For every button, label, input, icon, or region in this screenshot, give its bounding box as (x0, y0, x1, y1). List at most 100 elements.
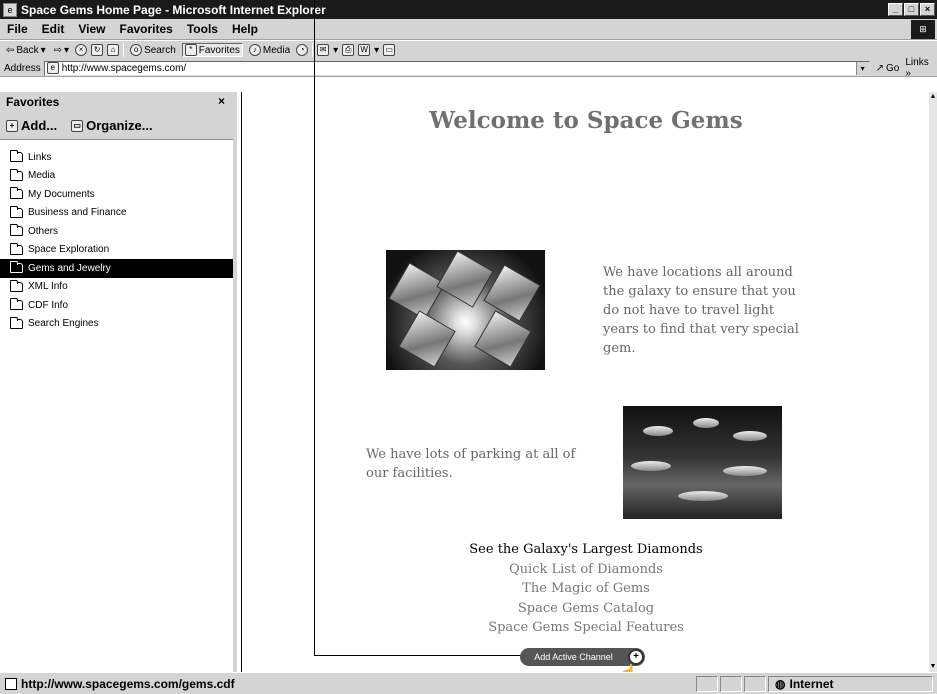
search-button[interactable]: o Search (128, 44, 178, 56)
scroll-down-icon[interactable]: ▼ (929, 662, 937, 672)
parking-image (623, 406, 782, 519)
back-label: Back (16, 44, 39, 56)
gem-shape (474, 310, 532, 368)
folder-icon (10, 316, 23, 329)
menu-bar: File Edit View Favorites Tools Help ⊞ (0, 19, 937, 40)
favorites-icon: * (184, 44, 197, 56)
media-label: Media (262, 44, 291, 56)
minimize-button[interactable]: _ (888, 3, 903, 16)
close-favorites-icon[interactable]: × (218, 94, 225, 108)
favorite-folder[interactable]: Others (0, 222, 233, 241)
folder-label: Links (28, 151, 52, 163)
zone-label: Internet (789, 676, 834, 691)
favorites-pane: Favorites × + Add... ▭ Organize... Links… (0, 92, 237, 672)
ie-icon: e (3, 2, 17, 17)
edit-icon[interactable]: W (358, 44, 371, 56)
favorites-label: Favorites (198, 44, 240, 56)
window-title: Space Gems Home Page - Microsoft Interne… (21, 2, 326, 17)
favorite-folder[interactable]: My Documents (0, 185, 233, 204)
page-heading: Welcome to Space Gems (429, 107, 743, 134)
mail-icon[interactable]: ✉ (317, 44, 330, 56)
link-special-features[interactable]: Space Gems Special Features (242, 618, 929, 638)
windows-logo-icon: ⊞ (911, 20, 935, 39)
back-button[interactable]: ⇦ Back ▾ (4, 45, 48, 56)
favorites-button[interactable]: * Favorites (181, 43, 243, 57)
favorite-folder[interactable]: Links (0, 148, 233, 167)
links-heading: See the Galaxy's Largest Diamonds (469, 542, 703, 557)
address-input[interactable]: e http://www.spacegems.com/ ▾ (43, 60, 870, 76)
callout-line (314, 655, 529, 656)
link-catalog[interactable]: Space Gems Catalog (242, 599, 929, 619)
media-button[interactable]: ♪ Media (247, 44, 292, 56)
toolbar: ⇦ Back ▾ ⇨ ▾ × ↻ ⌂ o Search * Favorites … (0, 41, 937, 79)
folder-label: My Documents (28, 188, 95, 200)
folder-icon (10, 187, 23, 200)
dropdown-arrow-icon[interactable]: ▾ (333, 45, 338, 56)
print-icon[interactable]: ⎙ (342, 44, 355, 56)
page-content: Welcome to Space Gems We have locations … (241, 92, 929, 672)
window-controls: _ □ × (888, 3, 935, 16)
vertical-scrollbar[interactable]: ▲ ▼ (929, 92, 937, 672)
links-button[interactable]: Links » (905, 57, 937, 79)
menu-tools[interactable]: Tools (180, 22, 225, 36)
callout-line (314, 0, 315, 655)
add-label: Add... (21, 118, 58, 133)
menu-file[interactable]: File (0, 22, 35, 36)
menu-edit[interactable]: Edit (35, 22, 72, 36)
links-label: Links (905, 57, 929, 68)
organize-icon: ▭ (71, 119, 84, 132)
folder-icon (10, 205, 23, 218)
gem-shape (398, 310, 456, 368)
refresh-icon[interactable]: ↻ (91, 44, 104, 56)
forward-arrow-icon: ⇨ (53, 44, 63, 56)
dropdown-arrow-icon: ▾ (64, 44, 70, 56)
link-magic-of-gems[interactable]: The Magic of Gems (242, 579, 929, 599)
menu-favorites[interactable]: Favorites (112, 22, 179, 36)
discuss-icon[interactable]: ▭ (383, 44, 396, 56)
status-text: http://www.spacegems.com/gems.cdf (21, 676, 235, 691)
add-favorite-button[interactable]: + Add... (6, 118, 57, 133)
close-button[interactable]: × (920, 3, 935, 16)
favorite-folder[interactable]: CDF Info (0, 296, 233, 315)
parking-text: We have lots of parking at all of our fa… (366, 447, 576, 481)
search-icon: o (130, 44, 143, 56)
home-icon[interactable]: ⌂ (107, 44, 120, 56)
address-url: http://www.spacegems.com/ (61, 62, 187, 74)
folder-label: Media (28, 170, 56, 182)
separator (312, 43, 314, 57)
add-favorite-icon: + (6, 119, 18, 132)
folder-icon (10, 150, 23, 163)
stop-icon[interactable]: × (75, 44, 88, 56)
favorite-folder[interactable]: Search Engines (0, 315, 233, 334)
go-label: Go (886, 62, 900, 74)
gem-shape (388, 262, 446, 320)
scroll-up-icon[interactable]: ▲ (929, 92, 937, 102)
forward-button[interactable]: ⇨ ▾ (52, 45, 71, 56)
history-icon[interactable]: ◔ (296, 44, 309, 56)
channel-button-label: Add Active Channel (534, 652, 613, 662)
favorite-folder-selected[interactable]: Gems and Jewelry (0, 259, 233, 278)
folder-label: Search Engines (28, 318, 99, 330)
favorite-folder[interactable]: Media (0, 167, 233, 186)
folder-label: Business and Finance (28, 207, 127, 219)
link-quick-list[interactable]: Quick List of Diamonds (242, 560, 929, 580)
maximize-button[interactable]: □ (904, 3, 919, 16)
go-button[interactable]: ↗ Go (876, 63, 900, 74)
favorite-folder[interactable]: XML Info (0, 278, 233, 297)
favorite-folder[interactable]: Business and Finance (0, 204, 233, 223)
saucer-shape (693, 418, 719, 428)
saucer-shape (631, 461, 671, 471)
favorites-title: Favorites (6, 95, 60, 109)
diamond-links: See the Galaxy's Largest Diamonds Quick … (242, 540, 929, 638)
organize-button[interactable]: ▭ Organize... (71, 118, 153, 133)
menu-view[interactable]: View (71, 22, 112, 36)
folder-icon (10, 279, 23, 292)
dropdown-arrow-icon[interactable]: ▾ (374, 45, 379, 56)
back-arrow-icon: ⇦ (6, 44, 15, 56)
address-dropdown-icon[interactable]: ▾ (855, 61, 869, 75)
menu-help[interactable]: Help (225, 22, 265, 36)
favorite-folder[interactable]: Space Exploration (0, 241, 233, 260)
folder-label: CDF Info (28, 299, 69, 311)
status-cell (720, 675, 742, 692)
media-icon: ♪ (248, 44, 261, 56)
